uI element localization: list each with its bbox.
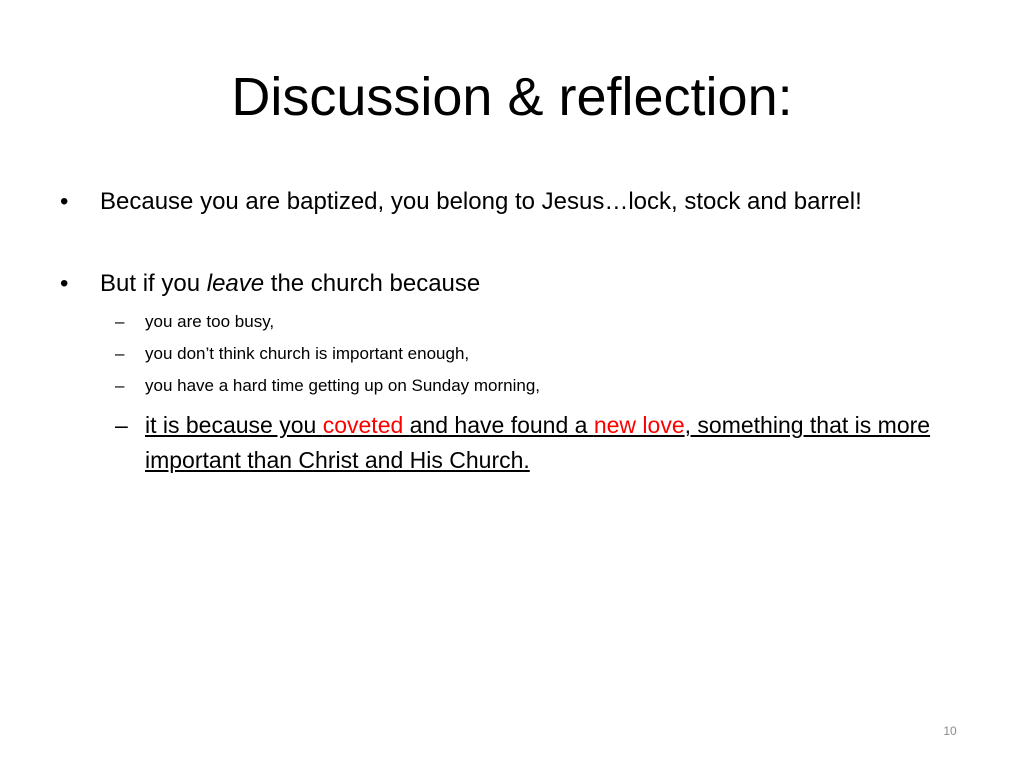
conclusion-part-1: it is because you bbox=[145, 412, 323, 438]
sub-bullet-text: you are too busy, bbox=[145, 312, 275, 331]
sub-bullet-text: you don’t think church is important enou… bbox=[145, 344, 470, 363]
dash-icon: – bbox=[115, 344, 125, 363]
highlight-coveted: coveted bbox=[322, 412, 410, 438]
page-number: 10 bbox=[943, 724, 957, 738]
bullet-text-after: the church because bbox=[264, 270, 481, 297]
bullet-text: But if you leave the church because bbox=[100, 269, 480, 299]
slide: Discussion & reflection: • Because you a… bbox=[0, 0, 1024, 768]
conclusion-text: it is because you coveted and have found… bbox=[145, 408, 945, 478]
slide-title: Discussion & reflection: bbox=[231, 67, 793, 127]
emphasis-text: leave bbox=[206, 270, 265, 297]
conclusion-part-2: and have found a bbox=[409, 412, 594, 438]
sub-bullet-text: you have a hard time getting up on Sunda… bbox=[145, 376, 541, 395]
bullet-icon: • bbox=[60, 270, 69, 297]
bullet-icon: • bbox=[60, 188, 69, 215]
dash-icon: – bbox=[115, 412, 128, 438]
bullet-text-before: But if you bbox=[100, 270, 207, 297]
dash-icon: – bbox=[115, 312, 125, 331]
dash-icon: – bbox=[115, 376, 125, 395]
bullet-text: Because you are baptized, you belong to … bbox=[100, 188, 862, 215]
highlight-new-love: new love bbox=[593, 412, 685, 438]
